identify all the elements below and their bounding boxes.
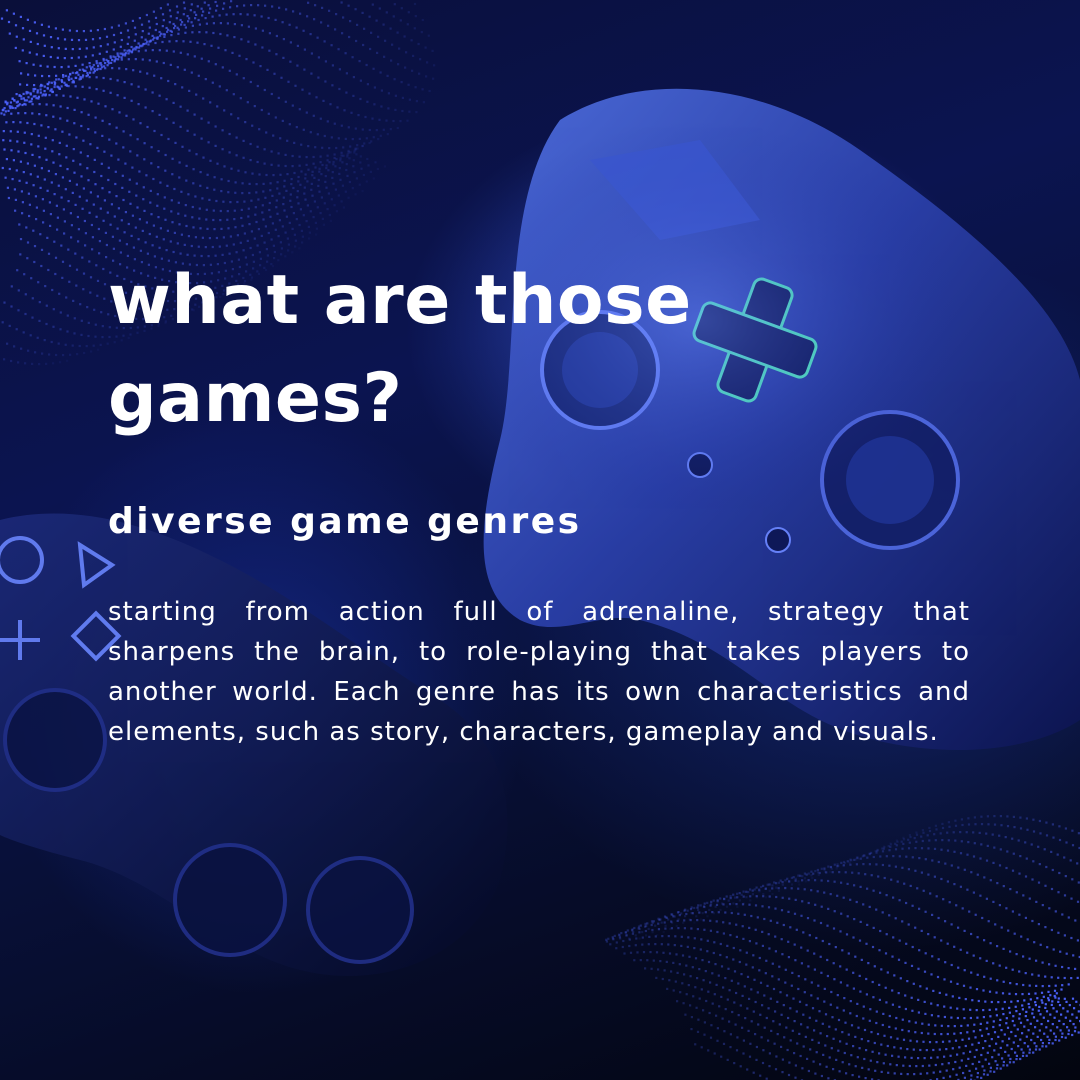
dotted-wave-pattern <box>605 815 1080 1080</box>
headline: what are those games? <box>108 261 692 438</box>
body-paragraph: starting from action full of adrenaline,… <box>108 597 970 747</box>
subheading: diverse game genres <box>108 501 582 542</box>
poster: what are those games? diverse game genre… <box>0 0 1080 1080</box>
